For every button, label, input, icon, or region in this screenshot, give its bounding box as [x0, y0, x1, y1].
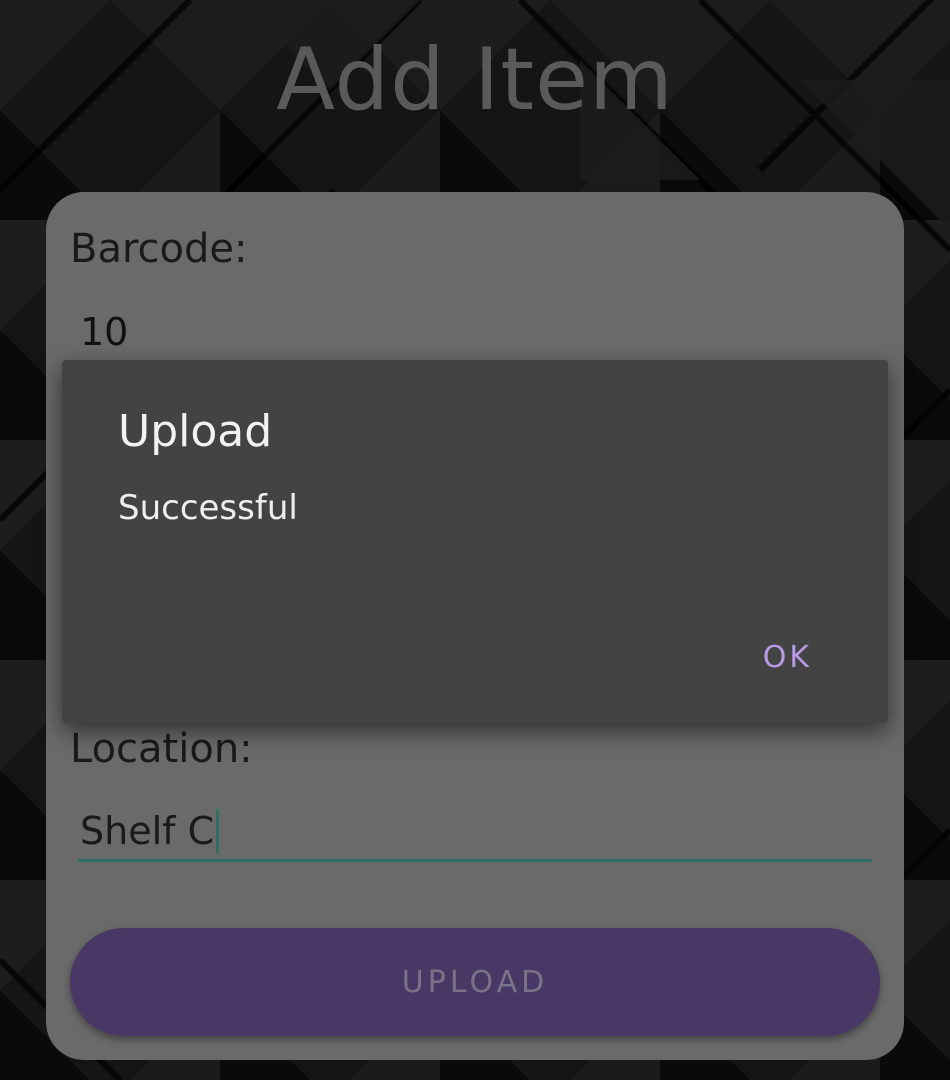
- location-label: Location:: [70, 726, 253, 772]
- barcode-value[interactable]: 10: [80, 310, 128, 354]
- dialog-message: Successful: [118, 488, 298, 528]
- upload-result-dialog: Upload Successful OK: [62, 360, 888, 723]
- text-caret: [216, 808, 220, 853]
- page-title: Add Item: [276, 30, 674, 130]
- dialog-title: Upload: [118, 406, 273, 457]
- barcode-label: Barcode:: [70, 226, 248, 272]
- upload-button[interactable]: UPLOAD: [70, 928, 880, 1036]
- dialog-ok-button[interactable]: OK: [763, 640, 812, 675]
- location-input[interactable]: Shelf C: [78, 802, 872, 862]
- location-input-value: Shelf C: [80, 808, 215, 853]
